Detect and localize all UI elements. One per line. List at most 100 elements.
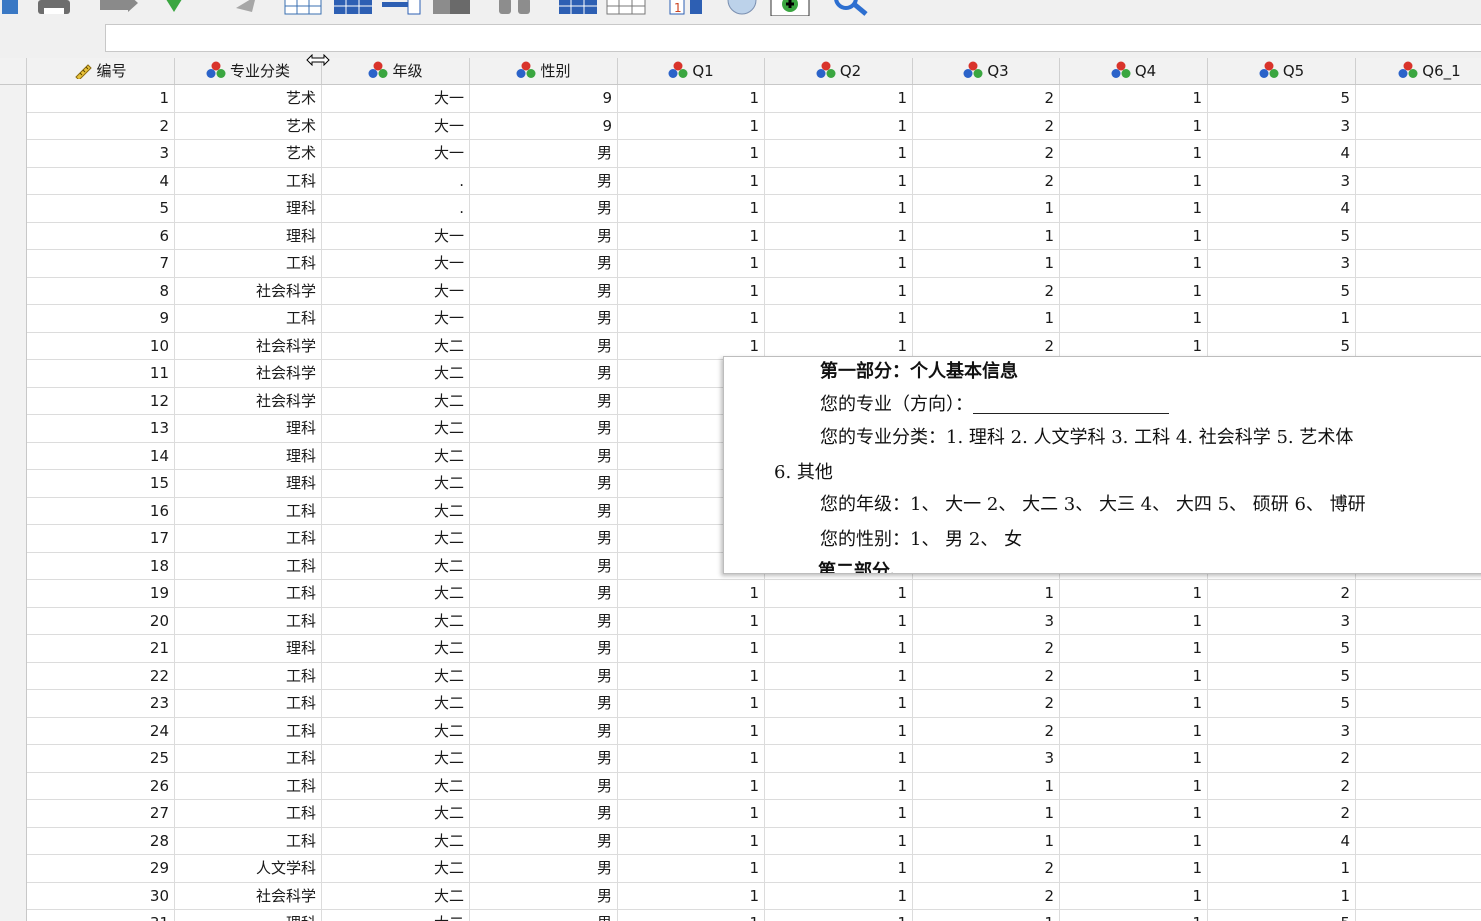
table-row[interactable]: 1 艺术 大一 9 1 1 2 1 5: [27, 85, 1481, 113]
data-cell[interactable]: 男: [470, 442, 618, 470]
table-row[interactable]: 24 工科 大二男 1 1 2 1 3: [27, 717, 1481, 745]
data-cell[interactable]: 5: [1208, 662, 1356, 690]
data-cell[interactable]: 工科: [175, 580, 322, 608]
data-cell[interactable]: 1: [765, 717, 913, 745]
data-cell[interactable]: 2: [913, 140, 1060, 168]
data-cell[interactable]: 3: [1208, 717, 1356, 745]
data-cell[interactable]: 男: [470, 552, 618, 580]
data-cell[interactable]: 大一: [322, 222, 470, 250]
table-row[interactable]: 6 理科 大一男 1 1 1 1 5: [27, 222, 1481, 250]
data-cell[interactable]: 理科: [175, 222, 322, 250]
data-cell[interactable]: 1: [618, 85, 765, 113]
data-cell[interactable]: 艺术: [175, 140, 322, 168]
data-cell[interactable]: 1: [618, 222, 765, 250]
data-cell[interactable]: 24: [27, 717, 175, 745]
data-cell[interactable]: 2: [913, 635, 1060, 663]
data-cell[interactable]: 工科: [175, 607, 322, 635]
data-cell[interactable]: 3: [1208, 607, 1356, 635]
data-cell[interactable]: 3: [1208, 250, 1356, 278]
data-cell[interactable]: 2: [913, 882, 1060, 910]
data-cell[interactable]: 2: [1208, 580, 1356, 608]
data-cell[interactable]: .: [322, 167, 470, 195]
table-row[interactable]: 19 工科 大二男 1 1 1 1 2: [27, 580, 1481, 608]
column-header-6[interactable]: Q2: [765, 58, 913, 84]
table-row[interactable]: 2 艺术 大一 9 1 1 2 1 3: [27, 112, 1481, 140]
data-cell[interactable]: 大二: [322, 470, 470, 498]
data-cell[interactable]: 1: [765, 112, 913, 140]
insert-variable-icon[interactable]: [606, 0, 646, 16]
data-cell[interactable]: 工科: [175, 250, 322, 278]
data-cell[interactable]: 大二: [322, 662, 470, 690]
data-cell[interactable]: [1356, 195, 1481, 223]
undo-icon[interactable]: [160, 0, 190, 16]
cell-value-input[interactable]: [105, 24, 1481, 52]
data-cell[interactable]: [1356, 773, 1481, 800]
data-cell[interactable]: 13: [27, 415, 175, 443]
data-cell[interactable]: 1: [765, 195, 913, 223]
table-row[interactable]: 9 工科 大一男 1 1 1 1 1: [27, 305, 1481, 333]
row-header-column[interactable]: [0, 85, 27, 921]
data-cell[interactable]: 男: [470, 222, 618, 250]
go-to-case-icon[interactable]: [284, 0, 322, 16]
data-cell[interactable]: 23: [27, 690, 175, 718]
data-cell[interactable]: 1: [618, 717, 765, 745]
data-cell[interactable]: [1356, 608, 1481, 635]
data-cell[interactable]: 1: [618, 635, 765, 663]
data-cell[interactable]: [1356, 113, 1481, 140]
data-cell[interactable]: [1356, 635, 1481, 663]
recall-dialog-icon[interactable]: [100, 0, 140, 16]
data-cell[interactable]: 男: [470, 910, 618, 921]
table-row[interactable]: 25 工科 大二男 1 1 3 1 2: [27, 745, 1481, 773]
data-cell[interactable]: 1: [765, 140, 913, 168]
data-cell[interactable]: 1: [618, 690, 765, 718]
data-cell[interactable]: 2: [27, 112, 175, 140]
data-cell[interactable]: 男: [470, 277, 618, 305]
data-cell[interactable]: 1: [618, 800, 765, 828]
data-cell[interactable]: 30: [27, 882, 175, 910]
data-cell[interactable]: 大二: [322, 827, 470, 855]
data-cell[interactable]: 4: [1208, 195, 1356, 223]
data-cell[interactable]: 1: [765, 910, 913, 921]
data-cell[interactable]: 1: [765, 277, 913, 305]
data-cell[interactable]: 理科: [175, 910, 322, 921]
data-cell[interactable]: 1: [765, 827, 913, 855]
table-row[interactable]: 30 社会科学 大二男 1 1 2 1 1: [27, 882, 1481, 910]
data-cell[interactable]: 2: [913, 277, 1060, 305]
data-cell[interactable]: 12: [27, 387, 175, 415]
data-cell[interactable]: 1: [1060, 635, 1208, 663]
data-cell[interactable]: 工科: [175, 690, 322, 718]
data-cell[interactable]: 1: [913, 580, 1060, 608]
data-cell[interactable]: 3: [1208, 112, 1356, 140]
data-cell[interactable]: 1: [1060, 717, 1208, 745]
data-cell[interactable]: 社会科学: [175, 277, 322, 305]
go-to-variable-icon[interactable]: [333, 0, 373, 16]
column-header-3[interactable]: 年级: [322, 58, 470, 84]
data-cell[interactable]: 1: [1060, 607, 1208, 635]
data-cell[interactable]: 28: [27, 827, 175, 855]
data-cell[interactable]: 男: [470, 250, 618, 278]
data-cell[interactable]: 1: [1060, 112, 1208, 140]
table-row[interactable]: 7 工科 大一男 1 1 1 1 3: [27, 250, 1481, 278]
data-cell[interactable]: .: [322, 195, 470, 223]
data-cell[interactable]: 男: [470, 882, 618, 910]
data-cell[interactable]: 大二: [322, 635, 470, 663]
data-cell[interactable]: 3: [27, 140, 175, 168]
data-cell[interactable]: 1: [913, 910, 1060, 921]
data-cell[interactable]: [1356, 250, 1481, 278]
data-cell[interactable]: 大二: [322, 910, 470, 921]
data-cell[interactable]: 工科: [175, 305, 322, 333]
data-cell[interactable]: 3: [913, 607, 1060, 635]
data-cell[interactable]: 大二: [322, 745, 470, 773]
data-cell[interactable]: 11: [27, 360, 175, 388]
data-cell[interactable]: 1: [1060, 772, 1208, 800]
data-cell[interactable]: 人文学科: [175, 855, 322, 883]
data-cell[interactable]: 男: [470, 387, 618, 415]
data-cell[interactable]: 工科: [175, 800, 322, 828]
data-cell[interactable]: 1: [765, 882, 913, 910]
data-cell[interactable]: 31: [27, 910, 175, 921]
data-cell[interactable]: 男: [470, 690, 618, 718]
data-cell[interactable]: 1: [1060, 827, 1208, 855]
data-cell[interactable]: 男: [470, 305, 618, 333]
run-descriptives-icon[interactable]: [432, 0, 472, 16]
data-cell[interactable]: [1356, 800, 1481, 828]
